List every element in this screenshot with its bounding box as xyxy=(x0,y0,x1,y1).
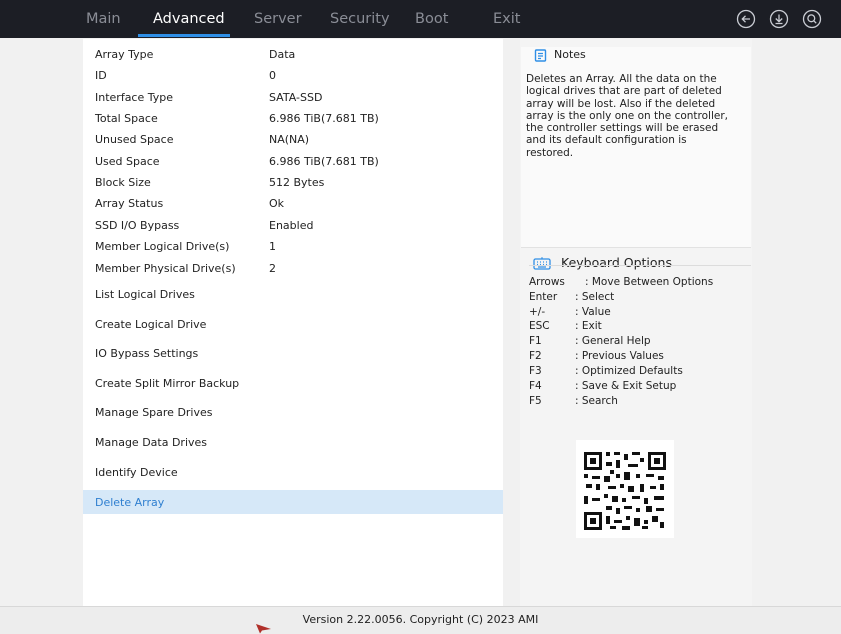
menu-item-create-split-mirror-backup[interactable]: Create Split Mirror Backup xyxy=(95,377,239,390)
notes-line: the controller settings will be erased xyxy=(526,122,719,135)
key-name: F5 xyxy=(529,395,542,407)
notes-line: and its default configuration is xyxy=(526,134,687,147)
key-name: F4 xyxy=(529,380,542,392)
key-description: : Previous Values xyxy=(575,350,664,362)
info-value-unused-space: NA(NA) xyxy=(269,133,310,146)
menu-item-create-logical-drive[interactable]: Create Logical Drive xyxy=(95,318,206,331)
info-value-interface-type: SATA-SSD xyxy=(269,91,323,104)
notes-title: Notes xyxy=(554,48,586,61)
download-icon[interactable] xyxy=(769,9,789,29)
info-value-array-type: Data xyxy=(269,48,296,61)
key-description: : Move Between Options xyxy=(585,276,714,288)
tab-security[interactable]: Security xyxy=(330,0,390,38)
tab-boot[interactable]: Boot xyxy=(415,0,448,38)
info-label-total-space: Total Space xyxy=(95,112,158,125)
info-value-member-logical-drives: 1 xyxy=(269,240,276,253)
notes-line: Deletes an Array. All the data on the xyxy=(526,73,717,85)
notes-line: array is the only one on the controller, xyxy=(526,109,729,122)
keyboard-options-title: Keyboard Options xyxy=(561,255,672,270)
tab-main[interactable]: Main xyxy=(86,0,121,38)
key-description: : Search xyxy=(575,395,618,407)
menu-item-io-bypass-settings[interactable]: IO Bypass Settings xyxy=(95,347,198,360)
info-label-member-logical-drives: Member Logical Drive(s) xyxy=(95,240,230,253)
notes-line: array will be lost. Also if the deleted xyxy=(526,97,716,110)
info-label-unused-space: Unused Space xyxy=(95,133,174,146)
qr-code xyxy=(576,440,674,538)
version-copyright: Version 2.22.0056. Copyright (C) 2023 AM… xyxy=(302,613,539,626)
qr-code-image xyxy=(584,452,666,530)
info-label-interface-type: Interface Type xyxy=(95,91,174,104)
info-label-member-physical-drives: Member Physical Drive(s) xyxy=(95,262,236,275)
key-name: ESC xyxy=(529,320,550,332)
key-description: : General Help xyxy=(575,335,651,347)
info-value-ssd-io-bypass: Enabled xyxy=(269,219,314,232)
info-value-array-status: Ok xyxy=(269,197,285,210)
info-value-member-physical-drives: 2 xyxy=(269,262,276,275)
active-tab-indicator xyxy=(138,34,230,37)
info-label-id: ID xyxy=(95,69,107,82)
tab-exit[interactable]: Exit xyxy=(493,0,520,38)
tab-advanced[interactable]: Advanced xyxy=(153,0,225,38)
notes-line: restored. xyxy=(526,146,574,159)
info-value-id: 0 xyxy=(269,69,276,82)
notes-line: logical drives that are part of deleted xyxy=(526,85,722,98)
info-label-block-size: Block Size xyxy=(95,176,151,189)
key-description: : Select xyxy=(575,291,615,303)
info-label-used-space: Used Space xyxy=(95,155,160,168)
key-name: F2 xyxy=(529,350,542,362)
menu-item-list-logical-drives[interactable]: List Logical Drives xyxy=(95,288,195,301)
key-name: F3 xyxy=(529,365,542,377)
info-value-used-space: 6.986 TiB(7.681 TB) xyxy=(269,155,379,168)
menu-item-identify-device[interactable]: Identify Device xyxy=(95,466,178,479)
key-name: +/- xyxy=(529,306,546,318)
menu-item-manage-spare-drives[interactable]: Manage Spare Drives xyxy=(95,406,213,419)
back-icon[interactable] xyxy=(736,9,756,29)
key-name: F1 xyxy=(529,335,542,347)
info-label-ssd-io-bypass: SSD I/O Bypass xyxy=(95,219,180,232)
tab-server[interactable]: Server xyxy=(254,0,302,38)
key-description: : Exit xyxy=(575,320,602,332)
search-icon[interactable] xyxy=(802,9,822,29)
menu-item-manage-data-drives[interactable]: Manage Data Drives xyxy=(95,436,207,449)
key-name: Enter xyxy=(529,291,558,303)
info-value-block-size: 512 Bytes xyxy=(269,176,325,189)
notes-text: Deletes an Array. All the data on the lo… xyxy=(526,73,746,159)
info-label-array-status: Array Status xyxy=(95,197,164,210)
info-value-total-space: 6.986 TiB(7.681 TB) xyxy=(269,112,379,125)
keyboard-icon xyxy=(533,257,551,270)
key-name: Arrows xyxy=(529,276,565,288)
notes-icon xyxy=(534,49,547,62)
menu-item-delete-array[interactable]: Delete Array xyxy=(95,496,164,509)
info-label-array-type: Array Type xyxy=(95,48,154,61)
key-description: : Optimized Defaults xyxy=(575,365,683,377)
key-description: : Value xyxy=(575,306,611,318)
keyboard-options-divider xyxy=(529,265,751,266)
key-description: : Save & Exit Setup xyxy=(575,380,677,392)
